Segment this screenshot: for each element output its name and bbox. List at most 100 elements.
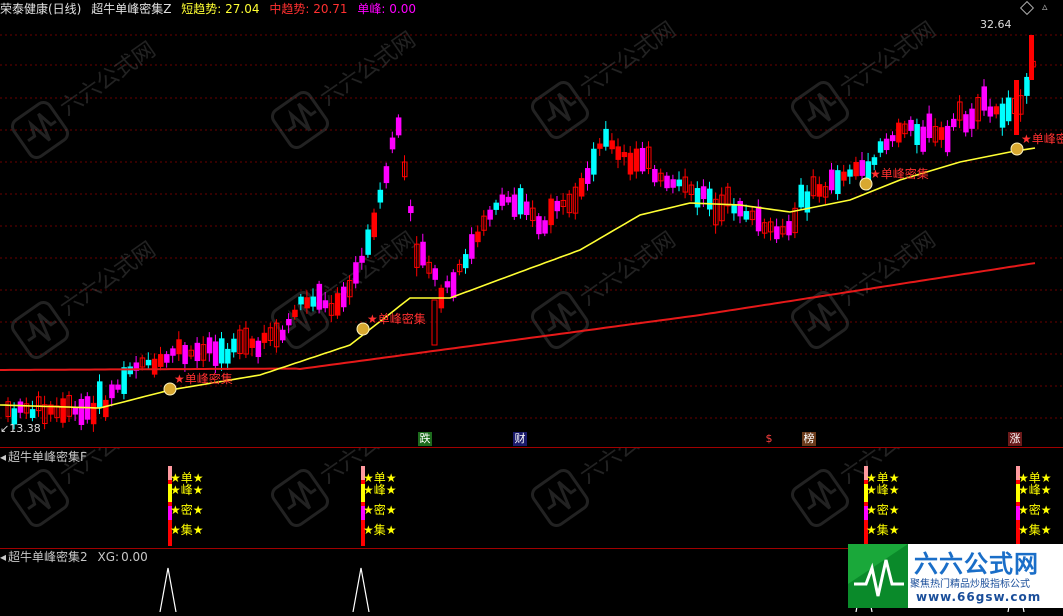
watermark: 六六公式网: [271, 227, 420, 349]
candle-body: [676, 179, 682, 187]
xg-value: 0.00: [121, 550, 148, 564]
panel-f-star: ★集★: [363, 522, 397, 537]
event-tag-rank[interactable]: 榜: [802, 432, 816, 446]
panel-f-star: ★密★: [1018, 502, 1052, 517]
panel-2-title[interactable]: 超牛单峰密集2: [8, 550, 88, 564]
candle-body: [554, 200, 560, 212]
candle-body: [597, 143, 603, 149]
event-tag-rise[interactable]: 涨: [1008, 432, 1022, 446]
candle-body: [524, 201, 530, 216]
watermark: 六六公式网: [531, 227, 680, 349]
candle-body: [877, 141, 884, 153]
panel-2-arrow-icon[interactable]: ◂: [0, 550, 6, 564]
watermark: 六六公式网: [11, 448, 160, 527]
candle-body: [115, 384, 121, 390]
candle-body: [475, 231, 481, 243]
candle-body: [249, 338, 255, 348]
candle-body: [97, 381, 103, 408]
watermark: 六六公式网: [271, 27, 420, 149]
price-low-label: ↙13.38: [0, 422, 41, 435]
event-tag-finance[interactable]: 财: [513, 432, 527, 446]
xg-spike: [159, 567, 177, 612]
candle-body: [859, 160, 865, 176]
watermark-layer-f: 六六公式网六六公式网六六公式网六六公式网: [11, 448, 940, 527]
watermark-text: 六六公式网: [56, 448, 160, 489]
candle-body: [280, 329, 286, 341]
candle-body: [420, 241, 426, 266]
candle-body: [365, 229, 371, 255]
candle-body: [316, 283, 323, 310]
candle-body: [395, 117, 402, 136]
candle-body: [145, 359, 152, 366]
watermark-text: 六六公式网: [576, 448, 680, 489]
candle-body: [170, 348, 176, 356]
panel-f-star: ★集★: [1018, 522, 1052, 537]
candle-body: [359, 255, 365, 263]
candle-body: [212, 341, 219, 366]
candle-body: [578, 178, 585, 197]
candle-body: [206, 337, 213, 354]
candle-body: [920, 126, 926, 152]
candle-body: [609, 140, 615, 150]
candle-body: [432, 268, 438, 280]
candle-body: [17, 401, 24, 413]
candle-body: [938, 127, 945, 140]
watermark-text: 六六公式网: [836, 227, 940, 311]
candle-body: [493, 202, 499, 210]
candle-body: [322, 300, 329, 309]
candle-body: [29, 409, 36, 418]
candle-body: [408, 206, 414, 214]
candle-body: [896, 122, 902, 143]
main-chart[interactable]: 六六公式网 六六公式网 六六公式网 六六公式网六六公式网 六六公式网 六六公式网 六六公式网…: [0, 0, 1063, 448]
candle-body: [633, 148, 640, 172]
candle-body: [304, 297, 310, 309]
watermark: 六六公式网: [531, 17, 680, 139]
candle-body: [1005, 97, 1012, 122]
candle-body: [743, 211, 750, 220]
candle-body: [377, 189, 384, 203]
candle-body: [341, 286, 347, 308]
watermark-text: 六六公式网: [56, 37, 160, 121]
candle-body: [72, 407, 79, 415]
candle-body: [298, 296, 304, 305]
candle-body: [353, 262, 359, 284]
candle-body: [60, 398, 66, 423]
candle-body: [164, 354, 170, 363]
watermark-text: 六六公式网: [576, 17, 680, 101]
panel-f-star: ★密★: [363, 502, 397, 517]
candle-body: [707, 188, 713, 210]
signal-label: ★单峰密集: [367, 311, 426, 326]
candle-body: [517, 188, 524, 215]
event-tag-dollar[interactable]: $: [762, 432, 776, 446]
event-tag-fall[interactable]: 跌: [418, 432, 432, 446]
candle-body: [505, 196, 512, 203]
candle-body: [987, 106, 994, 117]
candle-body: [944, 125, 951, 153]
watermark: 六六公式网: [791, 17, 940, 139]
site-logo: 六六公式网 聚焦热门精品炒股指标公式 www.66gsw.com: [848, 540, 1063, 612]
candle-body: [487, 209, 493, 220]
watermark-text: 六六公式网: [56, 237, 160, 321]
watermark: 六六公式网: [11, 237, 160, 359]
candle-body: [981, 86, 987, 111]
panel-f-chart[interactable]: 六六公式网六六公式网六六公式网六六公式网 ★单★★峰★★密★★集★★单★★峰★★…: [0, 448, 1063, 548]
candle-body: [774, 226, 780, 240]
candle-body: [542, 220, 548, 234]
panel-f-star: ★密★: [866, 502, 900, 517]
candle-body: [389, 137, 396, 150]
candle-body: [511, 194, 518, 217]
watermark: 六六公式网: [11, 37, 160, 159]
candle-body: [926, 113, 933, 139]
watermark-text: 六六公式网: [576, 227, 680, 311]
candle-body: [652, 168, 658, 183]
candle-body: [499, 194, 506, 206]
candle-body: [383, 166, 390, 184]
candle-body: [664, 175, 670, 189]
candle-body: [103, 399, 109, 418]
panel-f-star: ★峰★: [1018, 483, 1052, 497]
candle-body: [615, 146, 621, 160]
candle-body: [883, 138, 890, 151]
watermark: 六六公式网: [271, 448, 420, 527]
candle-body: [292, 309, 298, 318]
watermark: 六六公式网: [531, 448, 680, 527]
